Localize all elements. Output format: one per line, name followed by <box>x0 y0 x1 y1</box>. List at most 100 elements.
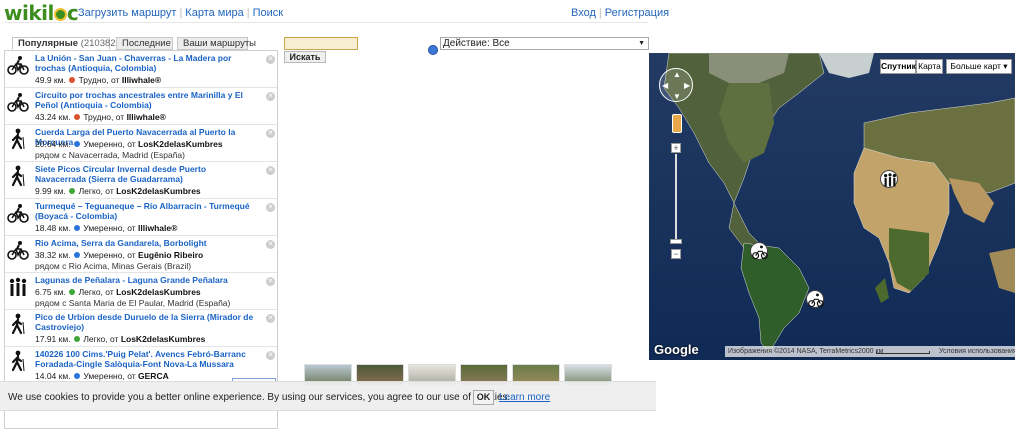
bike-icon <box>7 241 29 260</box>
trail-author[interactable]: LosK2delasKumbres <box>138 139 223 149</box>
difficulty-dot <box>73 336 80 342</box>
register-link[interactable]: Регистрация <box>605 7 669 19</box>
trail-title[interactable]: Pico de Urbion desde Duruelo de la Sierr… <box>35 312 257 332</box>
map-type-map[interactable]: Карта <box>916 59 943 74</box>
map-scale-bar <box>876 351 930 354</box>
group-hiking-icon <box>9 277 27 296</box>
hiking-icon <box>11 128 25 150</box>
action-select[interactable]: Действие: Все ▼ <box>440 37 649 50</box>
hiking-icon <box>11 350 25 372</box>
zoom-slider[interactable] <box>675 154 677 242</box>
map-marker-group-hiking[interactable] <box>880 170 898 188</box>
list-item[interactable]: Pico de Urbion desde Duruelo de la Sierr… <box>5 310 277 347</box>
trail-title[interactable]: Siete Picos Circular Invernal desde Puer… <box>35 164 257 184</box>
trail-title[interactable]: Rio Acima, Serra da Gandarela, Borboligh… <box>35 238 257 248</box>
list-item[interactable]: La Unión - San Juan - Chaverras - La Mad… <box>5 51 277 88</box>
pan-up-icon[interactable]: ▲ <box>673 71 681 79</box>
chevron-down-icon: ▼ <box>638 40 645 47</box>
bike-icon <box>808 293 824 308</box>
map-marker-bike[interactable] <box>806 290 824 308</box>
difficulty-dot <box>69 289 76 295</box>
street-view-pegman-icon[interactable] <box>672 114 682 133</box>
trail-author[interactable]: Illiwhale® <box>127 112 166 122</box>
world-map[interactable]: ▲ ▼ ◀ ▶ + − Спутник Карта Больше карт ▾ … <box>649 53 1015 360</box>
trail-title[interactable]: Turmequé – Teguaneque – Río Albarracin -… <box>35 201 257 221</box>
trail-close-icon[interactable]: ✕ <box>266 351 275 360</box>
trail-author[interactable]: LosK2delasKumbres <box>116 287 201 297</box>
nav-upload-trail[interactable]: Загрузить маршрут <box>78 7 176 19</box>
cookie-banner: We use cookies to provide you a better o… <box>0 381 656 411</box>
trail-close-icon[interactable]: ✕ <box>266 277 275 286</box>
map-terms-link[interactable]: Условия использования <box>939 346 1015 357</box>
trail-list[interactable]: La Unión - San Juan - Chaverras - La Mad… <box>4 50 278 429</box>
cookie-ok-button[interactable]: OK <box>473 390 494 405</box>
trail-location: рядом с Navacerrada, Madrid (España) <box>35 150 185 160</box>
bike-icon <box>7 93 29 112</box>
map-marker-bike[interactable] <box>750 242 768 260</box>
search-input[interactable] <box>284 37 358 50</box>
zoom-in-button[interactable]: + <box>671 143 681 153</box>
trail-details: 6.75 км. Легко, от LosK2delasKumbres <box>35 287 201 297</box>
list-item[interactable]: Siete Picos Circular Invernal desde Puer… <box>5 162 277 199</box>
difficulty-dot <box>69 188 76 194</box>
map-type-satellite[interactable]: Спутник <box>880 59 916 74</box>
list-item[interactable]: Circuito por trochas ancestrales entre M… <box>5 88 277 125</box>
zoom-out-button[interactable]: − <box>671 249 681 259</box>
pan-down-icon[interactable]: ▼ <box>673 93 681 101</box>
pan-right-icon[interactable]: ▶ <box>684 82 690 90</box>
trail-title[interactable]: 140226 100 Cims.'Puig Pelat'. Avencs Feb… <box>35 349 257 369</box>
difficulty-dot <box>73 114 80 120</box>
map-attribution: Изображения ©2014 NASA, TerraMetrics <box>728 348 858 355</box>
pan-control[interactable]: ▲ ▼ ◀ ▶ <box>659 68 693 102</box>
trail-close-icon[interactable]: ✕ <box>266 314 275 323</box>
bike-icon <box>7 56 29 75</box>
trail-details: 49.9 км. Трудно, от Illiwhale® <box>35 75 162 85</box>
trail-close-icon[interactable]: ✕ <box>266 92 275 101</box>
cookie-learn-more-link[interactable]: Learn more <box>499 392 550 403</box>
trail-close-icon[interactable]: ✕ <box>266 129 275 138</box>
trail-close-icon[interactable]: ✕ <box>266 166 275 175</box>
trail-author[interactable]: LosK2delasKumbres <box>121 334 206 344</box>
main-nav: Загрузить маршрут | Карта мира | Поиск <box>78 7 284 19</box>
tab-your-trails[interactable]: Ваши маршруты <box>177 37 256 50</box>
group-hiking-icon <box>884 173 896 187</box>
trail-title[interactable]: Lagunas de Peñalara - Laguna Grande Peña… <box>35 275 257 285</box>
trail-close-icon[interactable]: ✕ <box>266 55 275 64</box>
search-button[interactable]: Искать <box>284 51 326 63</box>
trail-close-icon[interactable]: ✕ <box>266 203 275 212</box>
list-item[interactable]: Turmequé – Teguaneque – Río Albarracin -… <box>5 199 277 236</box>
trail-location: рядом с Santa Maria de El Paular, Madrid… <box>35 298 231 308</box>
login-link[interactable]: Вход <box>571 7 596 19</box>
tab-popular[interactable]: Популярные (2103822) <box>12 37 124 50</box>
trail-title[interactable]: Circuito por trochas ancestrales entre M… <box>35 90 257 110</box>
trail-author[interactable]: Illiwhale® <box>122 75 161 85</box>
trail-author[interactable]: Illiwhale® <box>138 223 177 233</box>
list-item[interactable]: Lagunas de Peñalara - Laguna Grande Peña… <box>5 273 277 310</box>
chevron-down-icon: ▾ <box>1003 61 1008 71</box>
trail-details: 17.91 км. Легко, от LosK2delasKumbres <box>35 334 206 344</box>
user-nav: Вход | Регистрация <box>571 7 670 19</box>
trail-details: 20.64 км. Умеренно, от LosK2delasKumbres <box>35 139 223 149</box>
map-type-more[interactable]: Больше карт ▾ <box>946 59 1012 74</box>
google-logo: Google <box>654 342 699 357</box>
list-item[interactable]: Cuerda Larga del Puerto Navacerrada al P… <box>5 125 277 162</box>
zoom-slider-knob[interactable] <box>670 239 682 244</box>
trail-author[interactable]: LosK2delasKumbres <box>116 186 201 196</box>
pan-left-icon[interactable]: ◀ <box>662 82 668 90</box>
trail-details: 38.32 км. Умеренно, от Eugênio Ribeiro <box>35 250 204 260</box>
nav-world-map[interactable]: Карта мира <box>185 7 243 19</box>
bike-icon <box>7 204 29 223</box>
location-icon[interactable] <box>428 45 438 55</box>
header-divider <box>4 22 648 23</box>
trail-details: 14.04 км. Умеренно, от GERCA <box>35 371 169 381</box>
trail-title[interactable]: La Unión - San Juan - Chaverras - La Mad… <box>35 53 257 73</box>
list-item[interactable]: Rio Acima, Serra da Gandarela, Borboligh… <box>5 236 277 273</box>
globe-icon <box>53 8 67 21</box>
trail-close-icon[interactable]: ✕ <box>266 240 275 249</box>
trail-author[interactable]: Eugênio Ribeiro <box>138 250 203 260</box>
difficulty-dot <box>73 225 80 231</box>
tab-recent[interactable]: Последние <box>116 37 173 50</box>
trail-author[interactable]: GERCA <box>138 371 169 381</box>
trail-location: рядом с Rio Acima, Minas Gerais (Brazil) <box>35 261 192 271</box>
nav-search[interactable]: Поиск <box>253 7 283 19</box>
